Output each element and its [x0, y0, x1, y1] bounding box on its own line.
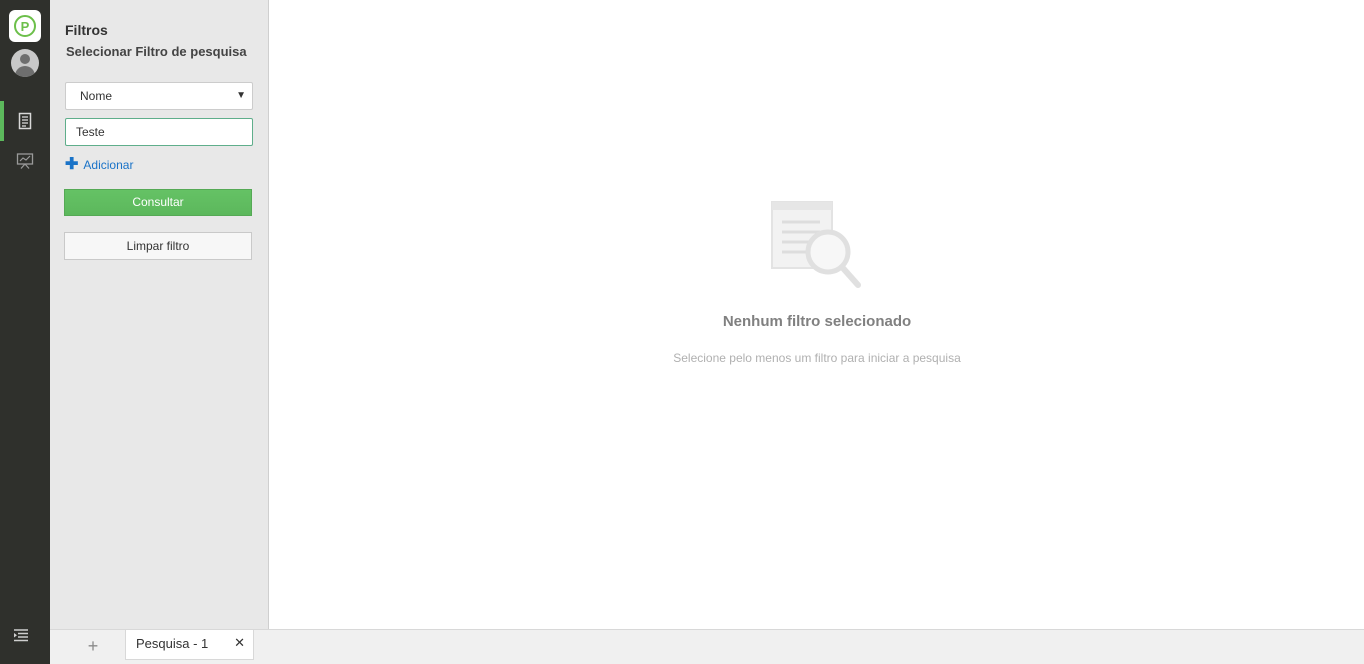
avatar-head: [20, 54, 30, 64]
filter-field-select-value: Nome: [80, 89, 113, 103]
panel-title: Filtros: [65, 22, 108, 38]
add-filter-label: Adicionar: [83, 158, 134, 172]
tab-bar: + Pesquisa - 1 ✕: [50, 629, 1364, 664]
plus-icon: ✚: [65, 156, 79, 173]
rail-item-documents[interactable]: [0, 101, 50, 141]
app-logo[interactable]: P: [9, 10, 41, 42]
chevron-down-icon: ▼: [236, 90, 246, 101]
empty-state-description: Selecione pelo menos um filtro para inic…: [673, 351, 961, 365]
menu-collapse-icon[interactable]: [13, 628, 29, 642]
tab-label: Pesquisa - 1: [136, 636, 209, 651]
left-rail: P: [0, 0, 50, 664]
avatar-body: [15, 66, 35, 77]
filter-value-input[interactable]: Teste: [65, 118, 253, 146]
rail-item-presentation[interactable]: [0, 141, 50, 181]
add-filter-link[interactable]: ✚ Adicionar: [65, 157, 133, 173]
panel-subtitle: Selecionar Filtro de pesquisa: [66, 44, 247, 59]
filter-panel: Filtros Selecionar Filtro de pesquisa No…: [50, 0, 269, 629]
tab-pesquisa-1[interactable]: Pesquisa - 1 ✕: [125, 630, 254, 660]
logo-icon: P: [14, 15, 36, 37]
user-avatar[interactable]: [11, 49, 39, 77]
close-icon[interactable]: ✕: [234, 635, 245, 651]
clear-filter-button[interactable]: Limpar filtro: [64, 232, 252, 260]
consult-button[interactable]: Consultar: [64, 189, 252, 216]
presentation-icon: [16, 153, 34, 169]
empty-state-title: Nenhum filtro selecionado: [722, 313, 912, 330]
document-icon: [18, 112, 32, 130]
new-tab-button[interactable]: +: [85, 636, 101, 656]
filter-field-select[interactable]: Nome ▼: [65, 82, 253, 110]
document-search-icon: [771, 201, 861, 288]
